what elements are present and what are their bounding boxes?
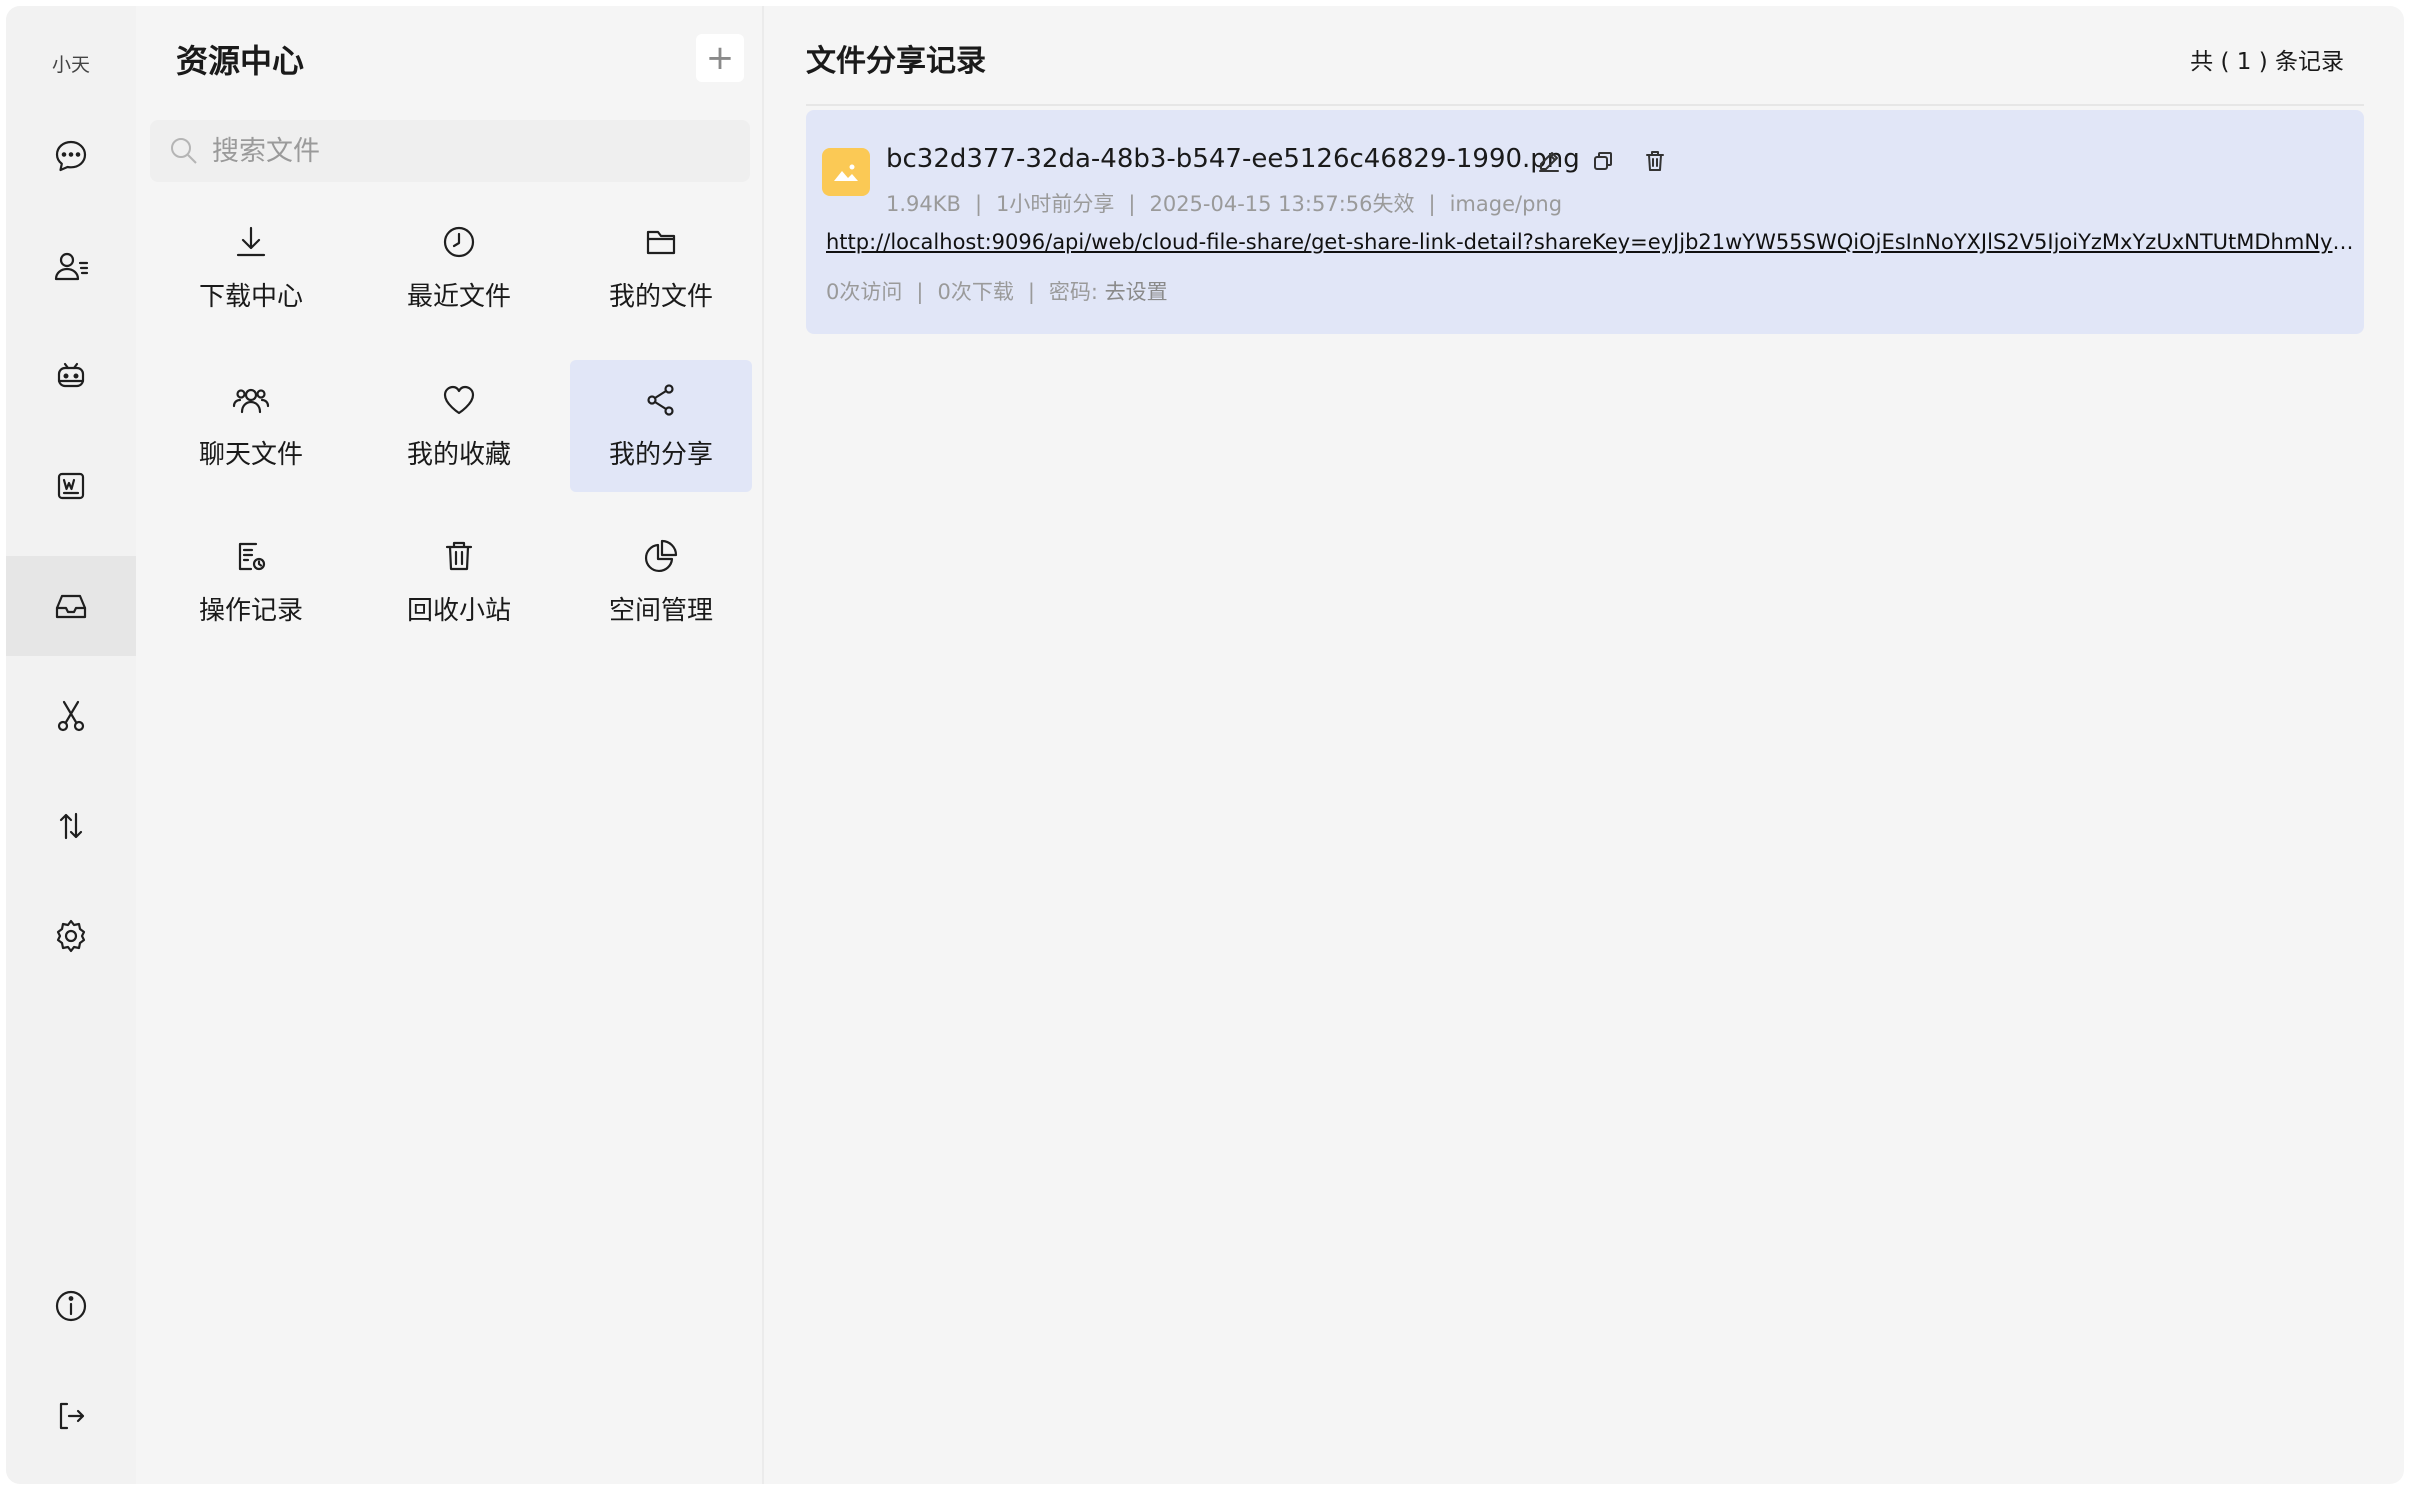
logout-icon (59, 1402, 85, 1430)
grid-operation-log[interactable]: 操作记录 (160, 516, 342, 648)
file-meta: 1.94KB | 1小时前分享 | 2025-04-15 13:57:56失效 | imag… (886, 192, 1563, 216)
grid-chat-files[interactable]: 聊天文件 (160, 360, 342, 492)
left-rail: 小天 (6, 6, 136, 1484)
password-label: 密码: (1048, 280, 1098, 304)
share-record-card[interactable]: bc32d377-32da-48b3-b547-ee5126c46829-199… (806, 110, 2364, 334)
word-document-icon (57, 472, 85, 500)
gear-icon (56, 919, 86, 953)
grid-my-files[interactable]: 我的文件 (570, 202, 752, 334)
rail-transfer[interactable] (6, 776, 136, 876)
divider (806, 104, 2364, 106)
download-icon (236, 226, 266, 257)
rename-button[interactable] (1534, 146, 1564, 176)
rail-resource-center[interactable] (6, 556, 136, 656)
search-box (150, 120, 750, 182)
grid-label: 聊天文件 (198, 440, 303, 470)
grid-space-management[interactable]: 空间管理 (570, 516, 752, 648)
rail-settings[interactable] (6, 886, 136, 986)
grid-label: 下载中心 (198, 282, 303, 312)
grid-label: 回收小站 (406, 596, 511, 626)
grid-label: 我的文件 (608, 282, 713, 312)
panel-title: 资源中心 (176, 42, 305, 80)
user-name[interactable]: 小天 (6, 50, 136, 77)
search-icon (171, 138, 197, 164)
rail-contacts[interactable] (6, 216, 136, 316)
pie-chart-icon (645, 539, 678, 572)
resource-center-panel: 资源中心 + 下载中心 最近文件 我的文件 聊天文件 我的收藏 (136, 6, 764, 1484)
rail-scissors[interactable] (6, 666, 136, 766)
contacts-icon (54, 252, 89, 281)
copy-icon (1594, 152, 1612, 170)
delete-share-button[interactable] (1640, 146, 1670, 176)
grid-label: 最近文件 (406, 282, 511, 312)
transfer-arrows-icon (59, 812, 83, 840)
trash-icon (445, 541, 473, 571)
rail-word-doc[interactable] (6, 436, 136, 536)
grid-recent-files[interactable]: 最近文件 (368, 202, 550, 334)
pencil-icon (1539, 152, 1559, 172)
rail-info[interactable] (6, 1256, 136, 1356)
folder-icon (646, 230, 676, 255)
grid-label: 我的收藏 (406, 440, 511, 470)
info-icon (55, 1290, 87, 1322)
app-window: 小天 资源中心 + 搜索文件 下载中心 最近文件 我的文件 聊天文件 我的收藏 … (6, 6, 2404, 1484)
record-count: 共 ( 1 ) 条记录 (2190, 49, 2344, 75)
scissors-icon (57, 700, 85, 732)
main-content: 文件分享记录 共 ( 1 ) 条记录 bc32d377-32da-48b3-b5… (764, 6, 2404, 1484)
grid-my-shares[interactable]: 我的分享 (570, 360, 752, 492)
set-password-link[interactable]: 去设置 (1105, 280, 1168, 304)
rail-robot[interactable] (6, 326, 136, 426)
mime-type: image/png (1449, 192, 1563, 216)
chat-bubble-icon (55, 140, 87, 172)
visit-count: 0次访问 (826, 280, 903, 304)
grid-label: 操作记录 (198, 596, 303, 626)
share-stats: 0次访问 | 0次下载 | 密码: 去设置 (826, 280, 1168, 304)
image-file-icon (822, 148, 870, 196)
heart-icon (443, 385, 475, 415)
file-size: 1.94KB (886, 192, 961, 216)
file-name: bc32d377-32da-48b3-b547-ee5126c46829-199… (886, 144, 1580, 174)
share-icon (647, 384, 674, 416)
page-title: 文件分享记录 (806, 44, 986, 79)
grid-my-favorites[interactable]: 我的收藏 (368, 360, 550, 492)
record-log-icon (238, 542, 266, 571)
search-input[interactable] (212, 135, 712, 167)
group-users-icon (232, 388, 270, 414)
rail-chat[interactable] (6, 106, 136, 206)
grid-recycle-bin[interactable]: 回收小站 (368, 516, 550, 648)
grid-label: 空间管理 (608, 596, 713, 626)
download-count: 0次下载 (937, 280, 1014, 304)
shared-ago: 1小时前分享 (996, 192, 1115, 216)
robot-icon (57, 362, 85, 388)
rail-logout[interactable] (6, 1366, 136, 1466)
copy-link-button[interactable] (1588, 146, 1618, 176)
inbox-tray-icon (55, 594, 87, 619)
trash-icon (1646, 151, 1664, 171)
expiry-time: 2025-04-15 13:57:56失效 (1149, 192, 1415, 216)
grid-download-center[interactable]: 下载中心 (160, 202, 342, 334)
share-link[interactable]: http://localhost:9096/api/web/cloud-file… (826, 230, 2356, 254)
clock-icon (443, 226, 475, 258)
grid-label: 我的分享 (608, 440, 713, 470)
add-button[interactable]: + (696, 34, 744, 82)
